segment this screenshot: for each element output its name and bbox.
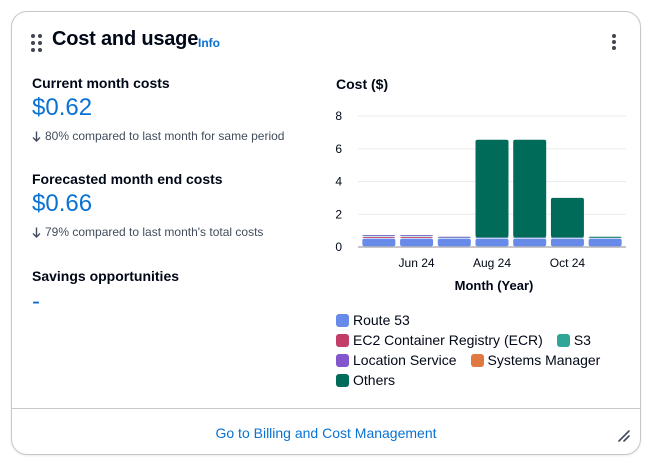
legend-swatch [470, 353, 484, 367]
x-tick-label: Aug 24 [473, 256, 511, 270]
chart-legend: Route 53 EC2 Container Registry (ECR) S3… [336, 310, 636, 390]
legend-row: Others [336, 370, 636, 390]
bar-segment [437, 238, 471, 247]
current-month-costs-value: $0.62 [32, 94, 93, 121]
legend-label: Others [353, 372, 396, 388]
legend-swatch [336, 373, 349, 387]
legend-label: S3 [573, 332, 591, 348]
legend-label: EC2 Container Registry (ECR) [353, 332, 543, 348]
x-tick-label: Oct 24 [550, 256, 586, 270]
bar-segment [513, 238, 547, 247]
legend-swatch [556, 333, 570, 347]
legend-swatch [336, 313, 349, 327]
cost-bar-chart[interactable]: 0 2 4 6 8 Jun 24 Aug 24 Oct 24 Month (Year) [330, 102, 630, 302]
legend-row: Route 53 [336, 310, 636, 330]
resize-handle-icon[interactable] [618, 430, 630, 442]
legend-label: Systems Manager [487, 352, 601, 368]
bar-segment [362, 235, 396, 236]
savings-opportunities-value: - [32, 288, 40, 315]
bar-segment [362, 237, 396, 238]
y-tick-label: 6 [335, 142, 342, 156]
arrow-down-icon [32, 131, 41, 142]
chart-title: Cost ($) [336, 76, 389, 92]
legend-item-route-53[interactable]: Route 53 [336, 312, 410, 328]
bar-segment [437, 236, 471, 238]
forecast-costs-label: Forecasted month end costs [32, 171, 223, 187]
x-tick-label: Jun 24 [399, 256, 435, 270]
legend-label: Location Service [353, 352, 457, 368]
legend-item-location-service[interactable]: Location Service [336, 352, 457, 368]
legend-item-ecr[interactable]: EC2 Container Registry (ECR) [336, 332, 543, 348]
billing-link[interactable]: Go to Billing and Cost Management [12, 425, 640, 441]
legend-item-systems-manager[interactable]: Systems Manager [470, 352, 601, 368]
bar-segment [513, 139, 547, 238]
info-link[interactable]: Info [198, 36, 220, 50]
y-tick-label: 8 [335, 109, 342, 123]
legend-row: Location Service Systems Manager [336, 350, 636, 370]
legend-swatch [336, 333, 349, 347]
bar-segment [400, 237, 434, 238]
bar-segment [400, 238, 434, 247]
legend-item-s3[interactable]: S3 [556, 332, 591, 348]
bar-segment [550, 238, 584, 247]
bar-segment [362, 238, 396, 247]
y-tick-label: 4 [335, 175, 342, 189]
forecast-comparison: 79% compared to last month's total costs [32, 225, 263, 239]
legend-item-others[interactable]: Others [336, 372, 395, 388]
bar-segment [550, 197, 584, 238]
cost-and-usage-widget: Cost and usage Info Current month costs … [11, 11, 641, 455]
y-tick-label: 0 [335, 240, 342, 254]
forecast-costs-value: $0.66 [32, 190, 93, 217]
savings-opportunities-label: Savings opportunities [32, 268, 180, 284]
current-month-comparison: 80% compared to last month for same peri… [32, 129, 284, 143]
footer-divider [12, 408, 640, 409]
bar-segment [475, 139, 509, 238]
current-month-costs-label: Current month costs [32, 75, 170, 91]
legend-swatch [336, 353, 349, 367]
y-tick-label: 2 [335, 207, 342, 221]
bar-segment [475, 238, 509, 247]
x-axis-title: Month (Year) [455, 278, 534, 293]
current-month-comparison-text: 80% compared to last month for same peri… [45, 129, 285, 143]
drag-handle-icon[interactable] [31, 34, 43, 52]
bar-segment [588, 238, 622, 247]
widget-title: Cost and usage [52, 28, 199, 50]
more-actions-icon[interactable] [608, 32, 620, 52]
arrow-down-icon [32, 227, 41, 238]
legend-row: EC2 Container Registry (ECR) S3 [336, 330, 636, 350]
bar-segment [400, 235, 434, 236]
legend-label: Route 53 [353, 312, 410, 328]
forecast-comparison-text: 79% compared to last month's total costs [45, 225, 264, 239]
bar-segment [588, 236, 622, 238]
